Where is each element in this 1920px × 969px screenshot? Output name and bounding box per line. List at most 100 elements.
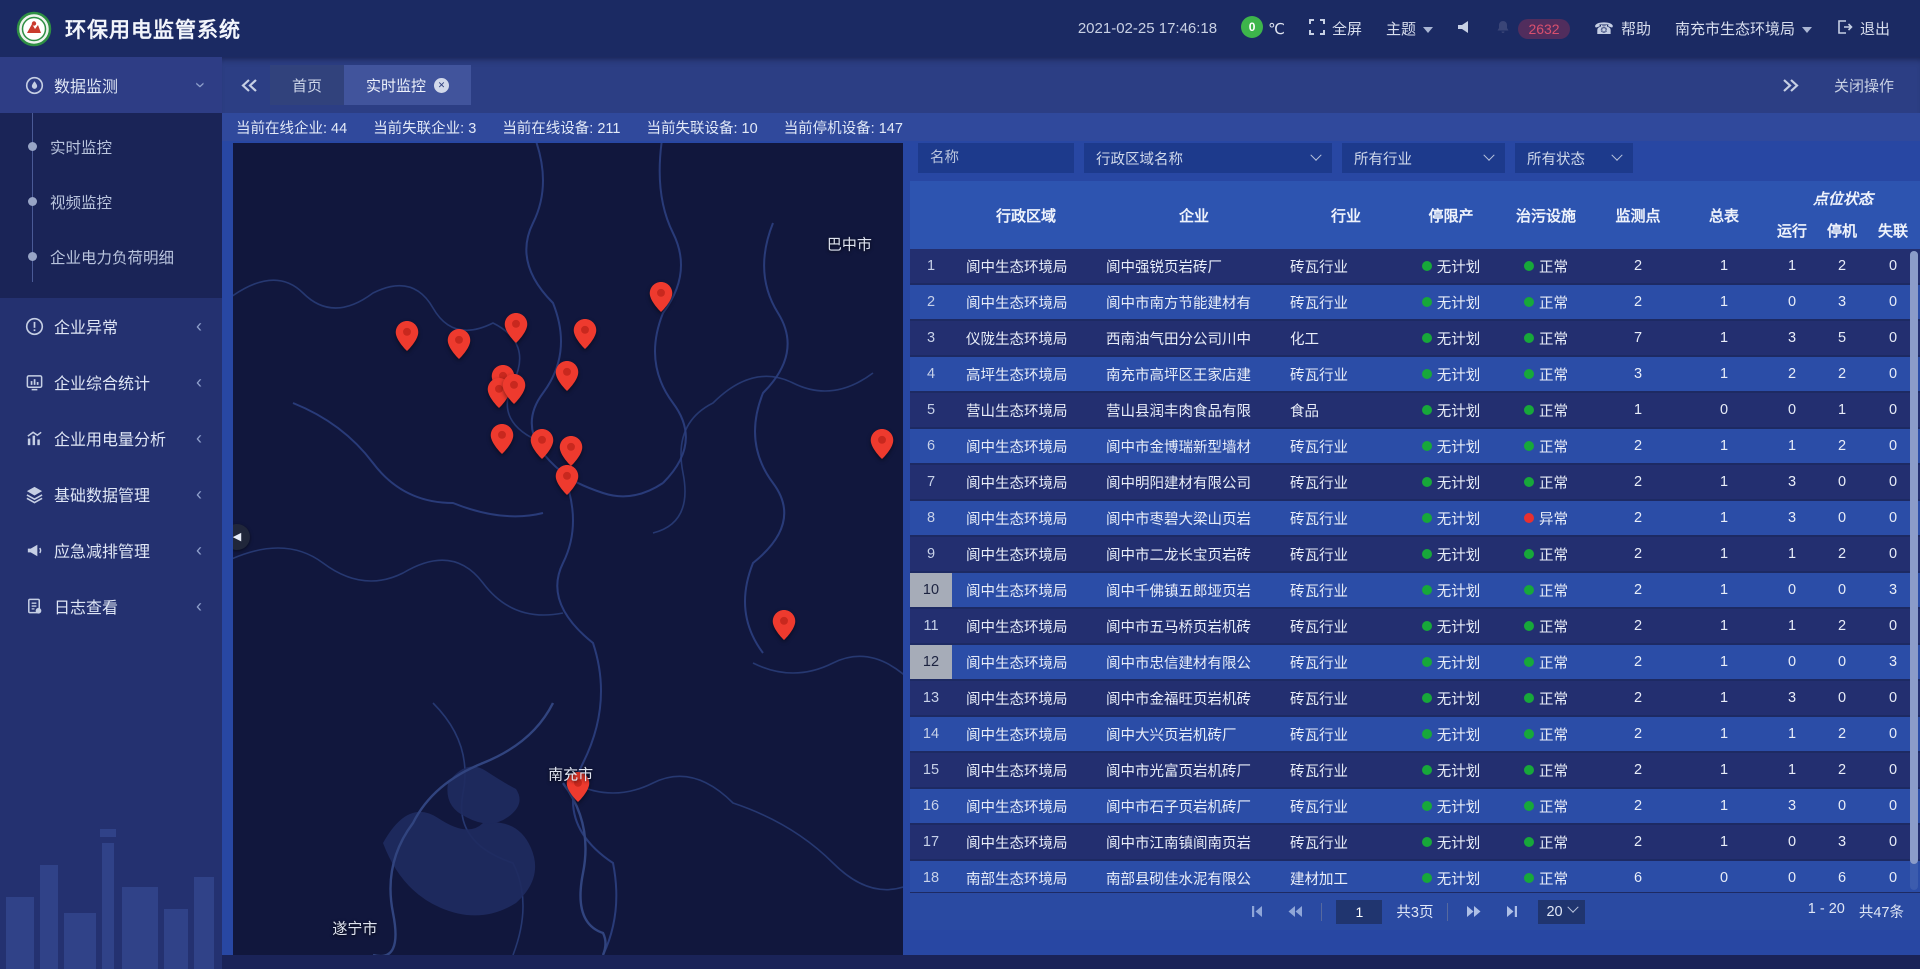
table-row[interactable]: 10阆中生态环境局阆中千佛镇五郎垭页岩砖瓦行业无计划正常21003 [910, 573, 1920, 609]
map-pin-icon[interactable] [650, 282, 673, 317]
sidebar-item-power-analysis[interactable]: 企业用电量分析‹ [0, 410, 222, 466]
region-cell: 南部生态环境局 [952, 861, 1100, 892]
sidebar-subitem-realtime-monitor[interactable]: 实时监控 [0, 119, 222, 174]
table-row[interactable]: 11阆中生态环境局阆中市五马桥页岩机砖砖瓦行业无计划正常21120 [910, 609, 1920, 645]
table-row[interactable]: 5营山生态环境局营山县润丰肉食品有限食品无计划正常10010 [910, 393, 1920, 429]
map-pin-icon[interactable] [530, 429, 553, 464]
help-button[interactable]: ☎ 帮助 [1594, 18, 1651, 39]
map-pin-icon[interactable] [870, 429, 893, 464]
mute-button[interactable] [1457, 19, 1471, 39]
points-cell: 3 [1594, 357, 1682, 391]
table-row[interactable]: 13阆中生态环境局阆中市金福旺页岩机砖砖瓦行业无计划正常21300 [910, 681, 1920, 717]
last-page-button[interactable] [1500, 900, 1524, 924]
page-size-select[interactable]: 20 [1538, 900, 1584, 924]
row-index-cell: 8 [910, 501, 952, 535]
total-count-label: 共47条 [1859, 901, 1904, 922]
map-pin-icon[interactable] [447, 329, 470, 364]
meters-cell: 1 [1682, 825, 1766, 859]
status-filter-select[interactable]: 所有状态 [1515, 143, 1633, 173]
map-pin-icon[interactable] [502, 374, 525, 409]
tabs-scroll-right-button[interactable] [1774, 68, 1808, 102]
running-cell: 0 [1766, 645, 1818, 679]
fullscreen-button[interactable]: 全屏 [1309, 18, 1362, 39]
map-pin-icon[interactable] [573, 319, 596, 354]
sidebar-item-base-data[interactable]: 基础数据管理‹ [0, 466, 222, 522]
name-filter-input[interactable] [918, 143, 1074, 173]
stopped-cell: 0 [1818, 501, 1866, 535]
table-row[interactable]: 14阆中生态环境局阆中大兴页岩机砖厂砖瓦行业无计划正常21120 [910, 717, 1920, 753]
table-row[interactable]: 4高坪生态环境局南充市高坪区王家店建砖瓦行业无计划正常31220 [910, 357, 1920, 393]
sidebar-item-log-view[interactable]: 日志查看‹ [0, 578, 222, 634]
table-row[interactable]: 9阆中生态环境局阆中市二龙长宝页岩砖砖瓦行业无计划正常21120 [910, 537, 1920, 573]
region-cell: 阆中生态环境局 [952, 285, 1100, 319]
table-row[interactable]: 2阆中生态环境局阆中市南方节能建材有砖瓦行业无计划正常21030 [910, 285, 1920, 321]
page-number-input[interactable] [1336, 900, 1382, 924]
sidebar-item-enterprise-abnormal[interactable]: 企业异常‹ [0, 298, 222, 354]
points-cell: 7 [1594, 321, 1682, 355]
tabs-scroll-left-button[interactable] [232, 68, 266, 102]
table-row[interactable]: 6阆中生态环境局阆中市金博瑞新型墙材砖瓦行业无计划正常21120 [910, 429, 1920, 465]
status-dot-icon [1524, 261, 1534, 271]
chevron-left-icon: ‹ [196, 485, 202, 503]
table-row[interactable]: 7阆中生态环境局阆中明阳建材有限公司砖瓦行业无计划正常21300 [910, 465, 1920, 501]
sidebar: 数据监测‹ 实时监控视频监控企业电力负荷明细企业异常‹企业综合统计‹企业用电量分析… [0, 57, 222, 969]
stat-online-devices: 当前在线设备: 211 [502, 117, 620, 138]
prev-page-button[interactable] [1283, 900, 1307, 924]
industry-cell: 砖瓦行业 [1288, 645, 1404, 679]
row-index-cell: 5 [910, 393, 952, 427]
table-row[interactable]: 12阆中生态环境局阆中市忠信建材有限公砖瓦行业无计划正常21003 [910, 645, 1920, 681]
org-dropdown[interactable]: 南充市生态环境局 [1675, 18, 1812, 39]
plan-status-cell: 无计划 [1404, 573, 1498, 607]
sidebar-item-data-monitoring[interactable]: 数据监测‹ [0, 57, 222, 113]
sidebar-subitem-video-monitor[interactable]: 视频监控 [0, 174, 222, 229]
table-row[interactable]: 17阆中生态环境局阆中市江南镇阆南页岩砖瓦行业无计划正常21030 [910, 825, 1920, 861]
plan-status-cell: 无计划 [1404, 501, 1498, 535]
notification-button[interactable]: 2632 [1495, 19, 1570, 39]
theme-dropdown[interactable]: 主题 [1386, 18, 1433, 39]
table-row[interactable]: 15阆中生态环境局阆中市光富页岩机砖厂砖瓦行业无计划正常21120 [910, 753, 1920, 789]
sidebar-item-enterprise-stats[interactable]: 企业综合统计‹ [0, 354, 222, 410]
table-row[interactable]: 8阆中生态环境局阆中市枣碧大梁山页岩砖瓦行业无计划异常21300 [910, 501, 1920, 537]
logout-button[interactable]: 退出 [1836, 18, 1890, 39]
app-window: 环保用电监管系统 2021-02-25 17:46:18 0 ℃ 全屏 主题 [0, 0, 1920, 969]
map-pin-icon[interactable] [504, 313, 527, 348]
plan-status-cell: 无计划 [1404, 321, 1498, 355]
region-cell: 仪陇生态环境局 [952, 321, 1100, 355]
map-pin-icon[interactable] [556, 465, 579, 500]
next-page-button[interactable] [1462, 900, 1486, 924]
log-icon [24, 596, 44, 616]
close-tab-icon[interactable]: ✕ [434, 78, 449, 93]
tab-realtime[interactable]: 实时监控✕ [344, 65, 471, 105]
table-row[interactable]: 3仪陇生态环境局西南油气田分公司川中化工无计划正常71350 [910, 321, 1920, 357]
industry-cell: 砖瓦行业 [1288, 249, 1404, 283]
meters-cell: 1 [1682, 537, 1766, 571]
alert-icon [24, 316, 44, 336]
chart-icon [24, 428, 44, 448]
map-pin-icon[interactable] [556, 361, 579, 396]
running-cell: 0 [1766, 285, 1818, 319]
first-page-button[interactable] [1245, 900, 1269, 924]
scrollbar-thumb[interactable] [1910, 251, 1918, 864]
industry-filter-select[interactable]: 所有行业 [1342, 143, 1505, 173]
meters-cell: 1 [1682, 285, 1766, 319]
status-dot-icon [1524, 369, 1534, 379]
region-cell: 营山生态环境局 [952, 393, 1100, 427]
map-pin-icon[interactable] [396, 321, 419, 356]
status-dot-icon [1422, 729, 1432, 739]
map-pin-icon[interactable] [772, 610, 795, 645]
row-index-cell: 17 [910, 825, 952, 859]
status-dot-icon [1524, 405, 1534, 415]
stopped-cell: 2 [1818, 537, 1866, 571]
table-row[interactable]: 1阆中生态环境局阆中强锐页岩砖厂砖瓦行业无计划正常21120 [910, 249, 1920, 285]
sidebar-subitem-power-load-detail[interactable]: 企业电力负荷明细 [0, 229, 222, 284]
map-panel[interactable]: 巴中市南充市遂宁市 ◀ [233, 143, 903, 955]
table-row[interactable]: 18南部生态环境局南部县砌佳水泥有限公建材加工无计划正常60060 [910, 861, 1920, 892]
map-pin-icon[interactable] [490, 424, 513, 459]
column-header-0: 行政区域 [952, 181, 1100, 249]
sidebar-item-emergency-reduction[interactable]: 应急减排管理‹ [0, 522, 222, 578]
meters-cell: 1 [1682, 645, 1766, 679]
tab-home[interactable]: 首页 [270, 65, 344, 105]
table-row[interactable]: 16阆中生态环境局阆中市石子页岩机砖厂砖瓦行业无计划正常21300 [910, 789, 1920, 825]
close-operations-button[interactable]: 关闭操作 [1834, 75, 1894, 96]
region-filter-select[interactable]: 行政区域名称 [1084, 143, 1332, 173]
